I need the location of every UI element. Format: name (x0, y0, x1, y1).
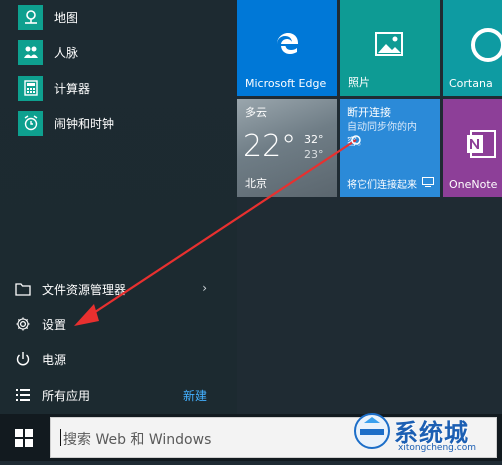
start-button[interactable] (0, 414, 48, 461)
text-cursor (60, 429, 61, 446)
watermark-logo: 系统城 xitongcheng.com (350, 405, 500, 461)
watermark-url: xitongcheng.com (398, 443, 476, 453)
search-placeholder: 搜索 Web 和 Windows (63, 432, 212, 448)
windows-logo-icon (15, 428, 33, 447)
annotation-arrow (74, 135, 361, 326)
